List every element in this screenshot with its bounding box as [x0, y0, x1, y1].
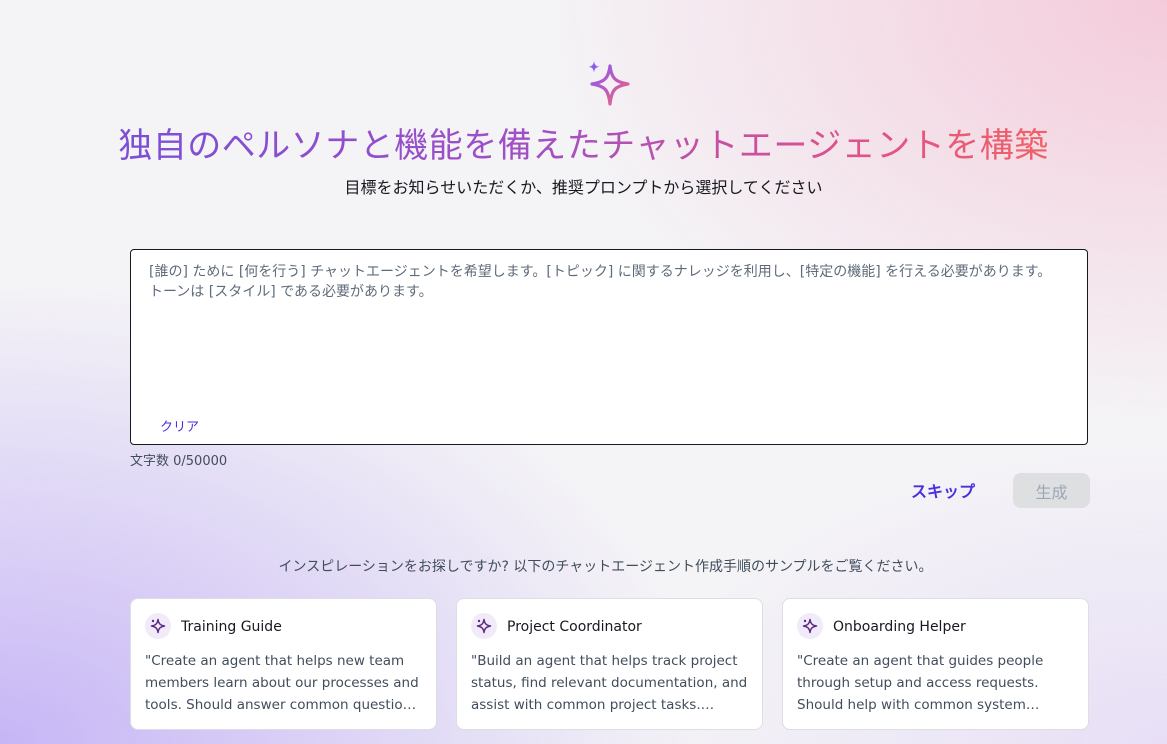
prompt-container: クリア	[130, 249, 1088, 445]
sparkle-icon	[145, 613, 171, 639]
sparkle-logo-icon	[588, 61, 630, 106]
sample-card-training-guide[interactable]: Training Guide "Create an agent that hel…	[130, 598, 437, 730]
card-title: Training Guide	[181, 619, 282, 635]
page-subtitle: 目標をお知らせいただくか、推奨プロンプトから選択してください	[344, 178, 823, 197]
prompt-textarea[interactable]	[131, 250, 1087, 410]
card-description: "Create an agent that helps new team mem…	[145, 653, 419, 713]
sparkle-icon	[471, 613, 497, 639]
clear-button[interactable]: クリア	[160, 419, 199, 437]
sample-card-onboarding-helper[interactable]: Onboarding Helper "Create an agent that …	[782, 598, 1089, 730]
card-title: Project Coordinator	[507, 619, 642, 635]
page-title: 独自のペルソナと機能を備えたチャットエージェントを構築	[118, 126, 1049, 166]
card-description: "Build an agent that helps track project…	[471, 653, 748, 713]
sparkle-icon	[797, 613, 823, 639]
character-count: 文字数 0/50000	[130, 454, 228, 469]
sample-card-project-coordinator[interactable]: Project Coordinator "Build an agent that…	[456, 598, 763, 730]
inspiration-text: インスピレーションをお探しですか? 以下のチャットエージェント作成手順のサンプル…	[278, 559, 933, 575]
card-description: "Create an agent that guides people thro…	[797, 653, 1044, 713]
skip-button[interactable]: スキップ	[896, 474, 990, 506]
generate-button[interactable]: 生成	[1013, 473, 1090, 508]
card-title: Onboarding Helper	[833, 619, 966, 635]
